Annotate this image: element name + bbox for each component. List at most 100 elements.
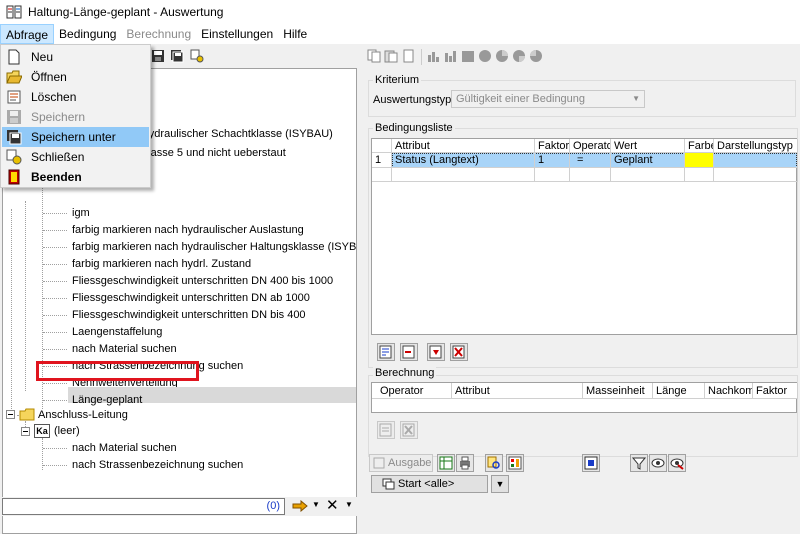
tree-item[interactable]: nach Strassenbezeichnung suchen [72, 457, 243, 473]
tree-item-selected[interactable]: Länge-geplant [72, 392, 142, 408]
grid-cell-farbe[interactable] [685, 153, 714, 168]
tree-item[interactable]: nach Material suchen [72, 440, 177, 456]
pie-chart-icon[interactable] [478, 49, 492, 63]
start-button[interactable]: Start <alle> [371, 475, 488, 493]
export-excel-button[interactable] [437, 454, 455, 472]
tree-item[interactable]: Fliessgeschwindigkeit unterschritten DN … [72, 307, 306, 323]
select-color-button[interactable] [582, 454, 600, 472]
delete-condition-button[interactable] [450, 343, 468, 361]
close-query-toolbar-icon[interactable] [190, 49, 204, 63]
eye-hidden-icon [670, 458, 684, 470]
tree-item[interactable]: nach Material suchen [72, 341, 177, 357]
chevron-down-icon[interactable]: ▼ [345, 500, 353, 509]
delete-calc-button[interactable] [400, 421, 418, 439]
tree-item-partial-1[interactable]: ch hydraulischer Schachtklasse (ISYBAU) [128, 126, 333, 142]
grid-header-laenge[interactable]: Länge [653, 383, 705, 399]
grid-cell-new[interactable] [392, 168, 535, 182]
tree-item[interactable]: Laengenstaffelung [72, 324, 162, 340]
berechnung-grid: Operator Attribut Masseinheit Länge Nach… [371, 382, 798, 413]
menu-berechnung[interactable]: Berechnung [121, 24, 196, 44]
pie-chart-2-icon[interactable] [495, 49, 509, 63]
grid-cell-new[interactable] [535, 168, 570, 182]
menu-item-schliessen[interactable]: Schließen [2, 147, 149, 167]
paste-icon[interactable] [384, 49, 398, 63]
search-button[interactable] [485, 454, 503, 472]
tree-item-partial-2[interactable]: chtklasse 5 und nicht ueberstaut [128, 145, 286, 161]
grid-cell-faktor[interactable]: 1 [535, 153, 570, 168]
collapse-icon[interactable] [6, 410, 15, 419]
bar-chart-icon[interactable] [427, 49, 441, 63]
tree-node-leer[interactable]: (leer) [54, 423, 80, 439]
grid-header-operator[interactable]: Operator [570, 139, 611, 153]
start-dropdown-button[interactable]: ▼ [491, 475, 509, 493]
grid-cell-new[interactable] [611, 168, 685, 182]
menu-bedingung[interactable]: Bedingung [54, 24, 121, 44]
hide-button[interactable] [668, 454, 686, 472]
grid-cell-new[interactable] [685, 168, 714, 182]
grid-header-faktor[interactable]: Faktor [535, 139, 570, 153]
menu-abfrage[interactable]: Abfrage [0, 24, 55, 44]
menu-item-oeffnen[interactable]: Öffnen [2, 67, 149, 87]
grid-header-darstellungstyp[interactable]: Darstellungstyp [714, 139, 798, 153]
edit-condition-button[interactable] [377, 343, 395, 361]
tree-item[interactable]: Fliessgeschwindigkeit unterschritten DN … [72, 290, 310, 306]
menu-item-speichern-unter[interactable]: Speichern unter [2, 127, 149, 147]
clear-filter-icon[interactable]: ✕ [326, 497, 339, 514]
auswertungstyp-select[interactable]: Gültigkeit einer Bedingung ▼ [451, 90, 645, 108]
grid-cell-new[interactable] [372, 168, 392, 182]
document-icon[interactable] [401, 49, 415, 63]
color-list-button[interactable] [506, 454, 524, 472]
grid-cell-operator[interactable]: = [570, 153, 611, 168]
view-button[interactable] [649, 454, 667, 472]
filter-button[interactable] [630, 454, 648, 472]
edit-calc-button[interactable] [377, 421, 395, 439]
menu-item-loeschen[interactable]: Löschen [2, 87, 149, 107]
chevron-down-icon: ▼ [632, 94, 640, 103]
menu-einstellungen[interactable]: Einstellungen [196, 24, 278, 44]
grid-header-wert[interactable]: Wert [611, 139, 685, 153]
tree-item[interactable]: farbig markieren nach hydraulischer Halt… [72, 239, 356, 255]
grid-cell-darstellungstyp[interactable] [714, 153, 798, 168]
save-toolbar-icon[interactable] [151, 49, 165, 63]
tree-item[interactable]: igm [72, 205, 90, 221]
pie-chart-4-icon[interactable] [529, 49, 543, 63]
grid-header-nachkomma[interactable]: Nachkomma [705, 383, 753, 399]
move-condition-button[interactable] [427, 343, 445, 361]
grid-cell-new[interactable] [570, 168, 611, 182]
grid-header-farbe[interactable]: Farbe [685, 139, 714, 153]
grid-header-attribut[interactable]: Attribut [452, 383, 583, 399]
bar-chart-2-icon[interactable] [444, 49, 458, 63]
insert-condition-button[interactable] [400, 343, 418, 361]
stacked-chart-icon[interactable] [461, 49, 475, 63]
menu-item-neu[interactable]: Neu [2, 47, 149, 67]
tree-item[interactable]: Fliessgeschwindigkeit unterschritten DN … [72, 273, 333, 289]
arrow-right-icon[interactable] [292, 500, 308, 512]
tree-item[interactable]: farbig markieren nach hydraulischer Ausl… [72, 222, 304, 238]
menu-item-speichern[interactable]: Speichern [2, 107, 149, 127]
filter-input[interactable]: (0) [2, 498, 285, 515]
copy-icon[interactable] [367, 49, 381, 63]
pie-chart-3-icon[interactable] [512, 49, 526, 63]
chevron-down-icon[interactable]: ▼ [312, 500, 320, 509]
grid-cell-attribut[interactable]: Status (Langtext) [392, 153, 535, 168]
grid-header-attribut[interactable]: Attribut [392, 139, 535, 153]
exit-icon [8, 169, 20, 185]
menu-hilfe[interactable]: Hilfe [278, 24, 312, 44]
folder-icon [19, 408, 35, 421]
grid-header-operator[interactable]: Operator [372, 383, 452, 399]
tree-node-anschluss[interactable]: Anschluss-Leitung [38, 407, 128, 423]
tree-item[interactable]: farbig markieren nach hydrl. Zustand [72, 256, 251, 272]
evaluation-toolbar [364, 45, 800, 69]
delete-icon [402, 423, 415, 437]
save-as-toolbar-icon[interactable] [170, 49, 184, 63]
grid-header-masseinheit[interactable]: Masseinheit [583, 383, 653, 399]
menu-item-beenden[interactable]: Beenden [2, 167, 149, 187]
edit-icon [379, 423, 392, 437]
collapse-icon[interactable] [21, 427, 30, 436]
ausgabe-button[interactable]: Ausgabe [369, 454, 433, 472]
move-icon [429, 345, 442, 359]
print-button[interactable] [456, 454, 474, 472]
grid-header-faktor[interactable]: Faktor [753, 383, 798, 399]
grid-cell-new[interactable] [714, 168, 798, 182]
grid-cell-wert[interactable]: Geplant [611, 153, 685, 168]
